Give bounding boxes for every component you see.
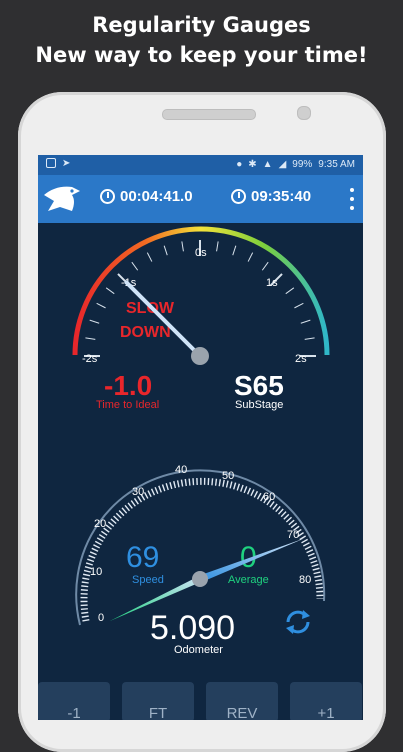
speed-needle-hub [192, 571, 208, 587]
minus-one-button[interactable]: -1 [38, 682, 110, 720]
speed-tick-40: 40 [175, 464, 187, 476]
regularity-tick [232, 245, 237, 256]
time-to-ideal-value: -1.0 [104, 370, 152, 401]
regularity-needle-hub [191, 347, 209, 365]
regularity-tick [146, 252, 153, 262]
regularity-gauge: -2s -1s 0s 1s 2s SLOW DOWN -1.0 Time to … [72, 226, 330, 411]
speed-tick-70: 70 [287, 529, 299, 541]
app-screen: ➤ ● ✱ ▲ ◢ 99% 9:35 AM 00:04:41.0 09:35:4… [38, 155, 363, 720]
time-to-ideal-label: Time to Ideal [96, 399, 159, 411]
sync-icon[interactable] [283, 607, 313, 637]
down-text: DOWN [120, 324, 171, 341]
odometer-label: Odometer [174, 644, 223, 656]
regularity-tick [105, 287, 115, 295]
promo-subtitle: New way to keep your time! [35, 43, 368, 67]
tick-label-0: 0s [195, 247, 207, 259]
speed-label: Speed [132, 574, 164, 586]
regularity-tick [89, 319, 100, 324]
plus-one-button[interactable]: +1 [290, 682, 362, 720]
regularity-tick [247, 252, 254, 262]
gauges-canvas: -2s -1s 0s 1s 2s SLOW DOWN -1.0 Time to … [72, 226, 330, 656]
phone-camera [297, 106, 311, 120]
speed-tick-10: 10 [90, 566, 102, 578]
average-label: Average [228, 574, 269, 586]
promo-header: Regularity Gauges New way to keep your t… [0, 10, 403, 70]
regularity-needle [124, 280, 202, 358]
regularity-tick [261, 261, 269, 271]
substage-label: SubStage [235, 399, 283, 411]
regularity-tick [300, 319, 311, 324]
speed-outer-arc [75, 469, 326, 626]
tick-label-minus2: -2s [82, 353, 98, 365]
speed-tick-30: 30 [132, 486, 144, 498]
regularity-tick [96, 302, 106, 309]
substage-value: S65 [234, 370, 284, 401]
regularity-tick [304, 337, 315, 340]
speed-value: 69 [126, 541, 159, 574]
speed-tick-60: 60 [263, 491, 275, 503]
regularity-tick [216, 241, 219, 252]
phone-speaker [162, 109, 256, 120]
promo-title: Regularity Gauges [92, 13, 311, 37]
regularity-tick [163, 245, 168, 256]
rev-button[interactable]: REV [206, 682, 278, 720]
regularity-tick [294, 302, 304, 309]
ft-button[interactable]: FT [122, 682, 194, 720]
regularity-tick [85, 337, 96, 340]
speed-tick-20: 20 [94, 518, 106, 530]
odometer-value: 5.090 [150, 609, 235, 647]
tick-label-plus2: 2s [295, 353, 307, 365]
regularity-tick [181, 241, 184, 252]
speed-tick-80: 80 [299, 574, 311, 586]
regularity-tick [285, 287, 295, 295]
speed-tick-50: 50 [222, 470, 234, 482]
tick-label-plus1: 1s [266, 277, 278, 289]
speed-tick-0: 0 [98, 612, 104, 624]
regularity-tick [131, 261, 139, 271]
